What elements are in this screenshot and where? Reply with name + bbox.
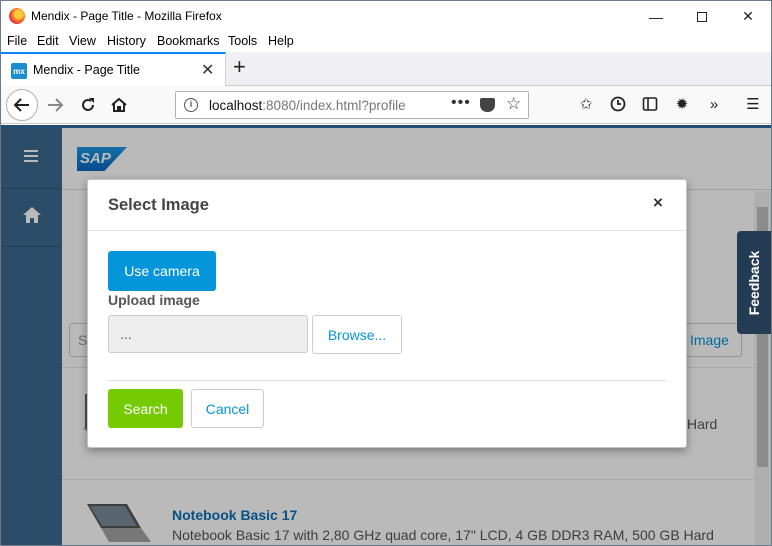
sidebar-icon[interactable] <box>640 94 660 114</box>
search-button[interactable]: Search <box>108 389 183 428</box>
cancel-button[interactable]: Cancel <box>191 389 264 428</box>
overflow-chevron-icon[interactable]: » <box>704 94 724 114</box>
feedback-tab[interactable]: Feedback <box>737 231 771 334</box>
tab-label: Mendix - Page Title <box>33 63 140 77</box>
feedback-label: Feedback <box>746 250 762 315</box>
url-text[interactable]: localhost:8080/index.html?profile <box>209 98 439 113</box>
menu-history[interactable]: History <box>107 34 146 48</box>
nav-bar: i localhost:8080/index.html?profile ••• … <box>1 86 771 124</box>
back-button[interactable] <box>6 89 38 121</box>
minimize-icon: — <box>649 8 663 25</box>
history-clock-icon[interactable] <box>608 94 628 114</box>
reload-button[interactable] <box>77 94 99 116</box>
tab-close-icon[interactable]: ✕ <box>201 60 214 80</box>
upload-image-label: Upload image <box>108 292 200 308</box>
dialog-title: Select Image <box>108 196 209 214</box>
tab-strip: mx Mendix - Page Title ✕ + <box>1 52 771 86</box>
use-camera-button[interactable]: Use camera <box>108 251 216 291</box>
menu-bar: File Edit View History Bookmarks Tools H… <box>1 32 771 52</box>
menu-help[interactable]: Help <box>268 34 294 48</box>
site-info-icon[interactable]: i <box>184 98 198 112</box>
dialog-divider <box>108 380 666 381</box>
browser-window: Mendix - Page Title - Mozilla Firefox — … <box>0 0 772 546</box>
window-title: Mendix - Page Title - Mozilla Firefox <box>31 9 222 23</box>
close-icon: ✕ <box>742 8 754 24</box>
mendix-favicon-icon: mx <box>11 63 27 79</box>
forward-arrow-icon <box>48 98 64 112</box>
menu-bookmarks[interactable]: Bookmarks <box>157 34 220 48</box>
library-star-icon[interactable]: ✩ <box>576 94 596 114</box>
back-arrow-icon <box>13 98 29 112</box>
reload-icon <box>82 98 94 111</box>
dialog-close-icon[interactable]: × <box>653 193 663 213</box>
new-tab-icon[interactable]: + <box>233 56 246 78</box>
menu-tools[interactable]: Tools <box>228 34 257 48</box>
maximize-button[interactable] <box>679 1 725 32</box>
minimize-button[interactable]: — <box>633 1 679 32</box>
dialog-header-divider <box>88 230 686 231</box>
browse-button[interactable]: Browse... <box>312 315 402 354</box>
pocket-icon[interactable] <box>480 98 495 112</box>
close-window-button[interactable]: ✕ <box>725 1 771 32</box>
title-bar: Mendix - Page Title - Mozilla Firefox — … <box>1 1 771 32</box>
maximize-icon <box>697 11 707 22</box>
home-button[interactable] <box>108 94 130 116</box>
home-icon <box>111 97 127 112</box>
menu-file[interactable]: File <box>7 34 27 48</box>
menu-view[interactable]: View <box>69 34 96 48</box>
file-path-field[interactable]: ... <box>108 315 308 353</box>
hamburger-menu-icon[interactable]: ☰ <box>743 94 763 114</box>
bookmark-star-icon[interactable]: ☆ <box>506 94 521 114</box>
menu-edit[interactable]: Edit <box>37 34 59 48</box>
settings-gear-icon[interactable]: ✹ <box>672 94 692 114</box>
address-bar[interactable]: i localhost:8080/index.html?profile ••• … <box>175 91 529 119</box>
tab-mendix[interactable]: mx Mendix - Page Title ✕ <box>1 52 226 86</box>
forward-button[interactable] <box>44 94 66 116</box>
select-image-dialog: Select Image × Use camera Upload image .… <box>87 179 687 448</box>
firefox-logo-icon <box>9 8 25 24</box>
page-actions-icon[interactable]: ••• <box>451 94 471 112</box>
